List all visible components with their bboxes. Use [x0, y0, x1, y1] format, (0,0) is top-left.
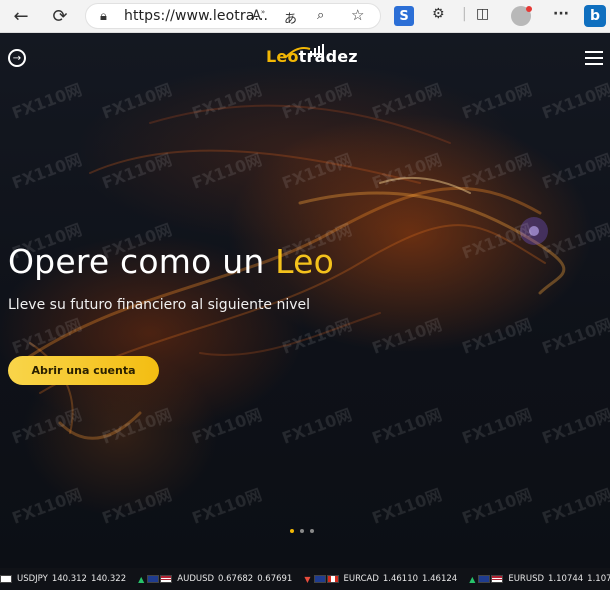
- ticker-item: ▼ EURCAD 1.46110 1.46124: [304, 574, 457, 584]
- ticker-item: USDJPY 140.312 140.322: [0, 574, 126, 584]
- carousel-dot[interactable]: [300, 529, 304, 533]
- more-icon[interactable]: ···: [553, 6, 569, 22]
- ticker-symbol: EURUSD: [508, 574, 545, 584]
- flag-eu-icon: [478, 575, 491, 583]
- flag-jp-icon: [0, 575, 12, 583]
- login-icon[interactable]: →: [8, 49, 26, 67]
- headline-accent: Leo: [275, 242, 335, 281]
- ticker-symbol: USDJPY: [17, 574, 48, 584]
- ticker-bid: 140.312: [51, 574, 87, 584]
- carousel-dot[interactable]: [290, 529, 294, 533]
- profile-avatar-icon[interactable]: [511, 6, 532, 26]
- split-screen-icon[interactable]: ◫: [476, 6, 489, 22]
- hero-headline: Opere como un Leo: [8, 242, 334, 281]
- up-arrow-icon: ▲: [138, 574, 145, 584]
- ticker-symbol: EURCAD: [343, 574, 379, 584]
- refresh-icon[interactable]: ⟳: [47, 4, 73, 28]
- star-icon[interactable]: ☆: [351, 6, 364, 24]
- open-account-button[interactable]: Abrir una cuenta: [8, 356, 159, 385]
- site-logo[interactable]: Leotradez: [266, 47, 358, 71]
- back-arrow-icon[interactable]: ←: [8, 4, 34, 28]
- flag-us-icon: [160, 575, 173, 583]
- price-ticker: USDJPY 140.312 140.322 ▲ AUDUSD 0.67682 …: [0, 568, 610, 590]
- toolbar-divider: |: [462, 6, 467, 22]
- logo-part-2: tradez: [298, 47, 358, 66]
- extension-s-icon[interactable]: S: [394, 6, 414, 26]
- ticker-ask: 1.46124: [422, 574, 458, 584]
- hero-section: FX110网 FX110网 FX110网 FX110网 FX110网 FX110…: [0, 33, 610, 568]
- browser-toolbar: ← ⟳ 🔒︎ https://www.leotra... A» あ ⌕ ☆ S …: [0, 0, 610, 33]
- flag-eu-icon: [313, 575, 326, 583]
- carousel-dots: [290, 529, 314, 533]
- ticker-symbol: AUDUSD: [177, 574, 215, 584]
- translate-icon[interactable]: あ: [284, 8, 297, 27]
- ticker-bid: 1.46110: [382, 574, 419, 584]
- flag-ca-icon: [326, 575, 339, 583]
- bing-icon[interactable]: b: [584, 5, 606, 27]
- url-text[interactable]: https://www.leotra...: [124, 8, 268, 24]
- headline-main: Opere como un: [8, 242, 276, 281]
- puzzle-icon[interactable]: ⚙: [432, 6, 445, 22]
- address-bar[interactable]: 🔒︎ https://www.leotra... A» あ ⌕ ☆: [85, 3, 381, 29]
- zoom-icon[interactable]: ⌕: [317, 8, 324, 23]
- ticker-bid: 1.10744: [548, 574, 584, 584]
- carousel-dot[interactable]: [310, 529, 314, 533]
- logo-part-1: Leo: [266, 47, 299, 66]
- ticker-ask: 1.10750: [587, 574, 610, 584]
- ticker-item: ▲ AUDUSD 0.67682 0.67691: [138, 574, 292, 584]
- hero-subtitle: Lleve su futuro financiero al siguiente …: [8, 297, 311, 313]
- ticker-ask: 0.67691: [257, 574, 293, 584]
- ticker-bid: 0.67682: [218, 574, 254, 584]
- lock-icon[interactable]: 🔒︎: [100, 9, 107, 24]
- ticker-ask: 140.322: [90, 574, 127, 584]
- read-aloud-icon[interactable]: A»: [252, 8, 265, 23]
- flag-au-icon: [147, 575, 160, 583]
- up-arrow-icon: ▲: [469, 574, 476, 584]
- down-arrow-icon: ▼: [304, 574, 311, 584]
- ticker-item: ▲ EURUSD 1.10744 1.10750: [469, 574, 610, 584]
- flag-us-icon: [491, 575, 504, 583]
- menu-icon[interactable]: [585, 51, 603, 69]
